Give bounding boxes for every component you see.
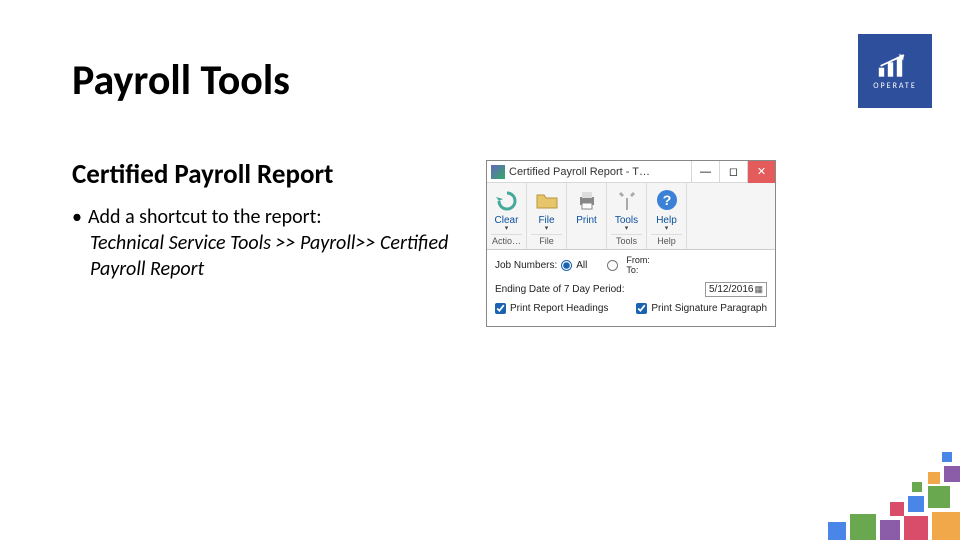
print-signature-checkbox[interactable]: [636, 303, 647, 314]
ribbon-cat-actions: Actio…: [491, 234, 522, 246]
to-label: To:: [626, 266, 650, 276]
bullet-detail: Technical Service Tools >> Payroll>> Cer…: [90, 230, 452, 282]
svg-text:?: ?: [662, 192, 671, 208]
bullet-lead: Add a shortcut to the report:: [88, 205, 322, 229]
chevron-down-icon: ▾: [545, 224, 549, 232]
print-signature-label: Print Signature Paragraph: [651, 303, 767, 314]
titlebar: Certified Payroll Report - T… — ◻ ✕: [487, 161, 775, 183]
calendar-icon: ▦: [754, 284, 763, 295]
print-headings-label: Print Report Headings: [510, 303, 608, 314]
maximize-button[interactable]: ◻: [719, 161, 747, 183]
ribbon-help[interactable]: ? Help ▾ Help: [647, 183, 687, 249]
ending-date-value: 5/12/2016: [709, 284, 754, 295]
ribbon-clear[interactable]: Clear ▾ Actio…: [487, 183, 527, 249]
ending-date-row: Ending Date of 7 Day Period: 5/12/2016 ▦: [495, 282, 767, 297]
ribbon-cat-help: Help: [651, 234, 682, 246]
checkbox-row: Print Report Headings Print Signature Pa…: [495, 303, 767, 314]
operate-logo: OPERATE: [858, 34, 932, 108]
decorative-squares: [740, 420, 960, 540]
chevron-down-icon: ▾: [505, 224, 509, 232]
ribbon-cat-file: File: [531, 234, 562, 246]
ribbon: Clear ▾ Actio… File ▾ File Print . Tools: [487, 183, 775, 250]
printer-icon: [573, 186, 601, 214]
window-title: Certified Payroll Report - T…: [509, 166, 691, 178]
job-numbers-row: Job Numbers: All From: To:: [495, 256, 767, 276]
job-numbers-all-label: All: [576, 260, 587, 271]
bar-chart-arrow-icon: [877, 51, 913, 79]
logo-text: OPERATE: [873, 81, 917, 91]
bullet-item: •Add a shortcut to the report: Technical…: [72, 204, 452, 282]
ending-date-field[interactable]: 5/12/2016 ▦: [705, 282, 767, 297]
job-numbers-all-radio[interactable]: [561, 260, 572, 271]
app-window: Certified Payroll Report - T… — ◻ ✕ Clea…: [486, 160, 776, 327]
bullet-marker: •: [72, 205, 82, 229]
tools-icon: [613, 186, 641, 214]
ribbon-cat-tools: Tools: [611, 234, 642, 246]
app-icon: [491, 165, 505, 179]
ending-date-label: Ending Date of 7 Day Period:: [495, 284, 625, 295]
ribbon-file[interactable]: File ▾ File: [527, 183, 567, 249]
job-numbers-range-radio[interactable]: [607, 260, 618, 271]
chevron-down-icon: ▾: [625, 224, 629, 232]
ribbon-print-label: Print: [576, 215, 597, 226]
folder-open-icon: [533, 186, 561, 214]
help-icon: ?: [653, 186, 681, 214]
job-numbers-label: Job Numbers:: [495, 260, 557, 271]
minimize-button[interactable]: —: [691, 161, 719, 183]
ribbon-print[interactable]: Print .: [567, 183, 607, 249]
chevron-down-icon: ▾: [665, 224, 669, 232]
print-headings-checkbox[interactable]: [495, 303, 506, 314]
slide-title: Payroll Tools: [72, 55, 290, 106]
close-button[interactable]: ✕: [747, 161, 775, 183]
ribbon-tools[interactable]: Tools ▾ Tools: [607, 183, 647, 249]
form-area: Job Numbers: All From: To: Ending Date o…: [487, 250, 775, 326]
section-title: Certified Payroll Report: [72, 158, 333, 191]
undo-arrow-icon: [493, 186, 521, 214]
